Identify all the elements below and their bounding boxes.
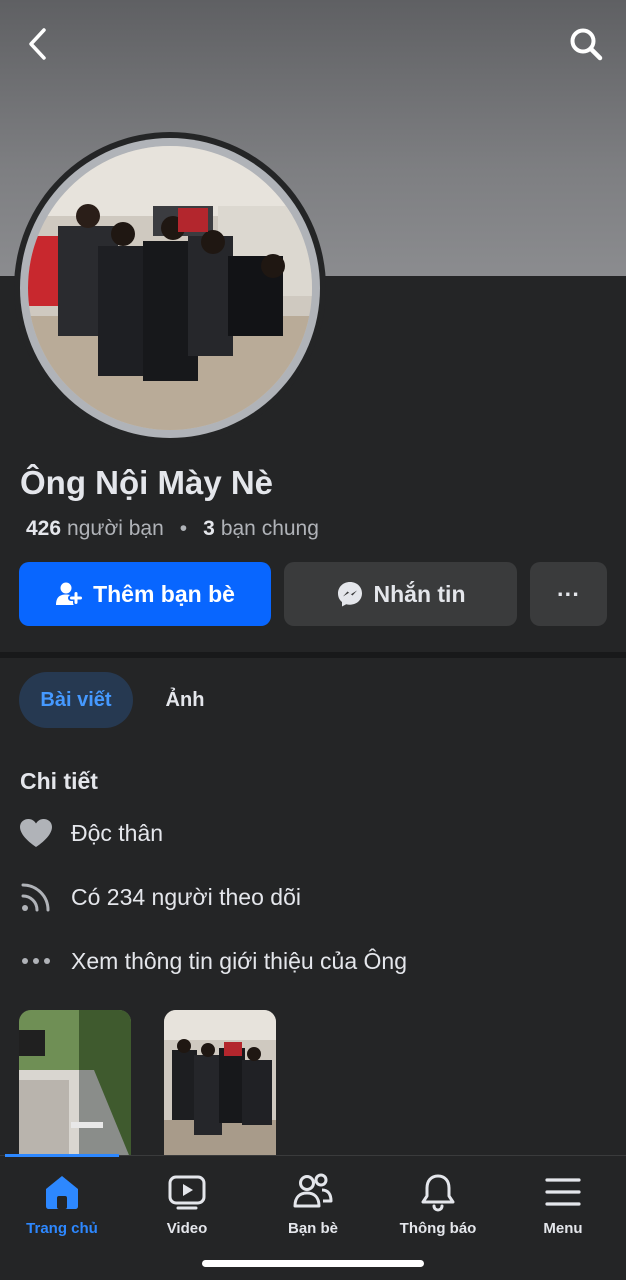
nav-label: Trang chủ [26,1220,98,1237]
tab-posts[interactable]: Bài viết [19,672,133,728]
more-dots-icon [18,943,54,979]
nav-video[interactable]: Video [132,1170,242,1237]
bottom-navigation: Trang chủ Video Bạn bè Thông báo Menu [0,1154,626,1280]
photo-thumbnail[interactable] [19,1010,131,1160]
message-button[interactable]: Nhắn tin [284,562,517,626]
nav-label: Thông báo [399,1220,477,1237]
profile-name: Ông Nội Mày Nè [20,464,274,501]
chevron-left-icon [29,28,46,60]
mutual-count: 3 [203,517,215,540]
detail-followers[interactable]: Có 234 người theo dõi [18,877,301,917]
messenger-icon [337,582,362,607]
video-icon [165,1170,209,1214]
avatar-photo [28,146,312,430]
add-friend-button[interactable]: Thêm bạn bè [19,562,271,626]
nav-friends[interactable]: Bạn bè [258,1170,368,1237]
heart-icon [18,815,54,851]
bell-icon [416,1170,460,1214]
detail-relationship: Độc thân [18,813,163,853]
detail-text: Có 234 người theo dõi [71,883,301,910]
active-tab-indicator [5,1154,119,1157]
nav-label: Bạn bè [287,1220,338,1237]
nav-menu[interactable]: Menu [508,1170,618,1237]
friends-label: người bạn [67,517,164,540]
nav-label: Video [166,1220,208,1237]
search-icon [570,28,603,61]
more-dots-icon: ··· [557,580,580,607]
home-icon [40,1170,84,1214]
search-button[interactable] [564,22,608,66]
message-label: Nhắn tin [373,580,466,607]
more-options-button[interactable]: ··· [530,562,607,626]
section-divider [0,652,626,658]
details-title: Chi tiết [20,768,98,794]
detail-text: Độc thân [71,819,164,846]
back-button[interactable] [16,22,60,66]
profile-avatar[interactable] [14,132,326,444]
add-friend-icon [56,582,84,606]
nav-notifications[interactable]: Thông báo [383,1170,493,1237]
tab-photos[interactable]: Ảnh [150,672,220,728]
mutual-label: bạn chung [220,517,319,540]
photo-thumbnail[interactable] [164,1010,276,1160]
detail-see-about[interactable]: Xem thông tin giới thiệu của Ông [18,941,407,981]
friends-summary[interactable]: 426 người bạn • 3 bạn chung [26,517,319,541]
nav-home[interactable]: Trang chủ [7,1170,117,1237]
menu-icon [541,1170,585,1214]
home-indicator [202,1260,424,1267]
add-friend-label: Thêm bạn bè [93,580,235,607]
friends-icon [291,1170,335,1214]
friends-count: 426 [26,517,62,540]
separator-dot: • [179,517,188,540]
rss-icon [18,879,54,915]
detail-text: Xem thông tin giới thiệu của Ông [71,947,408,974]
nav-label: Menu [543,1220,583,1237]
